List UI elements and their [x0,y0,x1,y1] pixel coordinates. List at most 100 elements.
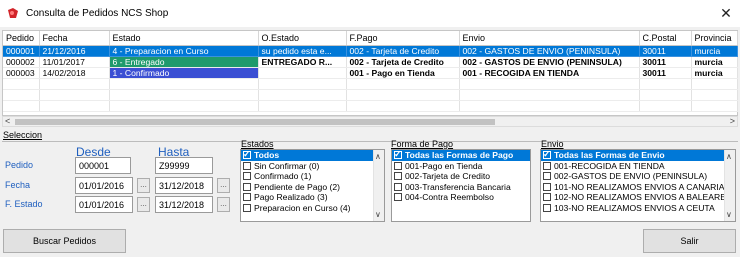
checkbox[interactable] [543,203,551,212]
festado-desde-input[interactable]: 01/01/2016 [75,196,133,213]
forma-pago-item[interactable]: Todas las Formas de Pago [392,150,530,161]
envio-item[interactable]: 101-NO REALIZAMOS ENVIOS A CANARIAS [541,182,735,193]
estado-item[interactable]: Sin Confirmar (0) [241,161,384,172]
salir-button[interactable]: Salir [643,229,736,253]
envio-item[interactable]: 102-NO REALIZAMOS ENVIOS A BALEARES [541,192,735,203]
orders-grid[interactable]: Pedido Fecha Estado O.Estado F.Pago Envi… [2,30,738,116]
estado-item[interactable]: Todos [241,150,384,161]
checkbox[interactable] [243,193,251,201]
checkbox[interactable] [243,172,251,180]
cell-cpostal: 30011 [639,45,692,57]
fecha-desde-picker-button[interactable]: ... [137,178,150,193]
seleccion-title: Seleccion [3,130,43,140]
forma-pago-item[interactable]: 002-Tarjeta de Credito [392,171,530,182]
seleccion-divider [2,141,738,142]
fecha-desde-input[interactable]: 01/01/2016 [75,177,133,194]
table-row[interactable]: 000003 14/02/2018 1 - Confirmado 001 - P… [3,67,738,79]
estado-item[interactable]: Confirmado (1) [241,171,384,182]
estado-item[interactable]: Pendiente de Pago (2) [241,182,384,193]
close-button[interactable]: ✕ [712,0,740,27]
fecha-hasta-input[interactable]: 31/12/2018 [155,177,213,194]
envio-item[interactable]: 002-GASTOS DE ENVIO (PENINSULA) [541,171,735,182]
cell-estado: 4 - Preparacion en Curso [109,45,259,57]
column-header-cpostal[interactable]: C.Postal [639,31,692,46]
cell-oestado [258,67,347,79]
scroll-up-icon[interactable]: ∧ [726,152,732,161]
scroll-up-icon[interactable]: ∧ [375,152,381,161]
forma-pago-title: Forma de Pago [391,139,454,149]
cell-oestado: ENTREGADO R... [258,56,347,68]
checkbox[interactable] [543,182,551,191]
close-icon: ✕ [720,5,732,21]
checkbox[interactable] [243,161,251,170]
cell-provincia: murcia [691,45,738,57]
checkbox[interactable] [394,161,402,170]
checkbox[interactable] [543,150,551,160]
pedido-desde-input[interactable]: 000001 [75,157,131,174]
pedido-label: Pedido [5,160,34,170]
column-header-provincia[interactable]: Provincia [691,31,738,46]
table-row[interactable]: 000002 11/01/2017 6 - Entregado ENTREGAD… [3,56,738,68]
scroll-left-icon[interactable]: < [5,116,10,126]
column-header-oestado[interactable]: O.Estado [258,31,347,46]
scroll-down-icon[interactable]: ∨ [726,210,732,219]
festado-desde-picker-button[interactable]: ... [137,197,150,212]
festado-hasta-picker-button[interactable]: ... [217,197,230,212]
cell-fecha: 21/12/2016 [39,45,110,57]
checkbox[interactable] [543,172,551,180]
grid-horizontal-scrollbar[interactable]: < > [2,116,738,127]
cell-fpago: 001 - Pago en Tienda [346,67,460,79]
grid-header-row: Pedido Fecha Estado O.Estado F.Pago Envi… [3,31,738,46]
festado-label: F. Estado [5,199,43,209]
cell-envio: 002 - GASTOS DE ENVIO (PENINSULA) [459,56,640,68]
estados-checklist[interactable]: Todos Sin Confirmar (0) Confirmado (1) P… [240,149,385,222]
checkbox[interactable] [243,150,251,160]
cell-pedido: 000002 [3,56,40,68]
envio-scrollbar[interactable]: ∧ ∨ [724,150,735,221]
festado-hasta-input[interactable]: 31/12/2018 [155,196,213,213]
column-header-fpago[interactable]: F.Pago [346,31,460,46]
checkbox[interactable] [394,193,402,201]
checkbox[interactable] [243,182,251,191]
column-header-estado[interactable]: Estado [109,31,259,46]
cell-estado: 1 - Confirmado [109,67,259,79]
column-header-fecha[interactable]: Fecha [39,31,110,46]
envio-item[interactable]: Todas las Formas de Envio [541,150,735,161]
fecha-label: Fecha [5,180,31,190]
forma-pago-item[interactable]: 003-Transferencia Bancaria [392,182,530,193]
scroll-right-icon[interactable]: > [730,116,735,126]
forma-pago-checklist[interactable]: Todas las Formas de Pago 001-Pago en Tie… [391,149,531,222]
column-header-envio[interactable]: Envio [459,31,640,46]
table-row[interactable]: 000001 21/12/2016 4 - Preparacion en Cur… [3,45,738,57]
checkbox[interactable] [243,203,251,212]
cell-envio: 001 - RECOGIDA EN TIENDA [459,67,640,79]
cell-provincia: murcia [691,67,738,79]
checkbox[interactable] [394,172,402,180]
cell-fecha: 11/01/2017 [39,56,110,68]
empty-row [3,89,738,101]
forma-pago-item[interactable]: 001-Pago en Tienda [392,161,530,172]
scroll-down-icon[interactable]: ∨ [375,210,381,219]
checkbox[interactable] [394,150,402,160]
checkbox[interactable] [543,161,551,170]
forma-pago-item[interactable]: 004-Contra Reembolso [392,192,530,203]
title-bar: Consulta de Pedidos NCS Shop ✕ [0,0,740,27]
fecha-hasta-picker-button[interactable]: ... [217,178,230,193]
estado-item[interactable]: Pago Realizado (3) [241,192,384,203]
cell-cpostal: 30011 [639,56,692,68]
envio-item[interactable]: 103-NO REALIZAMOS ENVIOS A CEUTA [541,203,735,214]
pedido-hasta-input[interactable]: Z99999 [155,157,213,174]
checkbox[interactable] [543,193,551,201]
cell-pedido: 000001 [3,45,40,57]
estados-scrollbar[interactable]: ∧ ∨ [373,150,384,221]
checkbox[interactable] [394,182,402,191]
estado-item[interactable]: Preparacion en Curso (4) [241,203,384,214]
envio-item[interactable]: 001-RECOGIDA EN TIENDA [541,161,735,172]
column-header-pedido[interactable]: Pedido [3,31,40,46]
scrollbar-thumb[interactable] [15,119,495,125]
envio-checklist[interactable]: Todas las Formas de Envio 001-RECOGIDA E… [540,149,736,222]
cell-estado: 6 - Entregado [109,56,259,68]
estados-title: Estados [241,139,274,149]
buscar-pedidos-button[interactable]: Buscar Pedidos [3,229,126,253]
cell-fpago: 002 - Tarjeta de Credito [346,56,460,68]
